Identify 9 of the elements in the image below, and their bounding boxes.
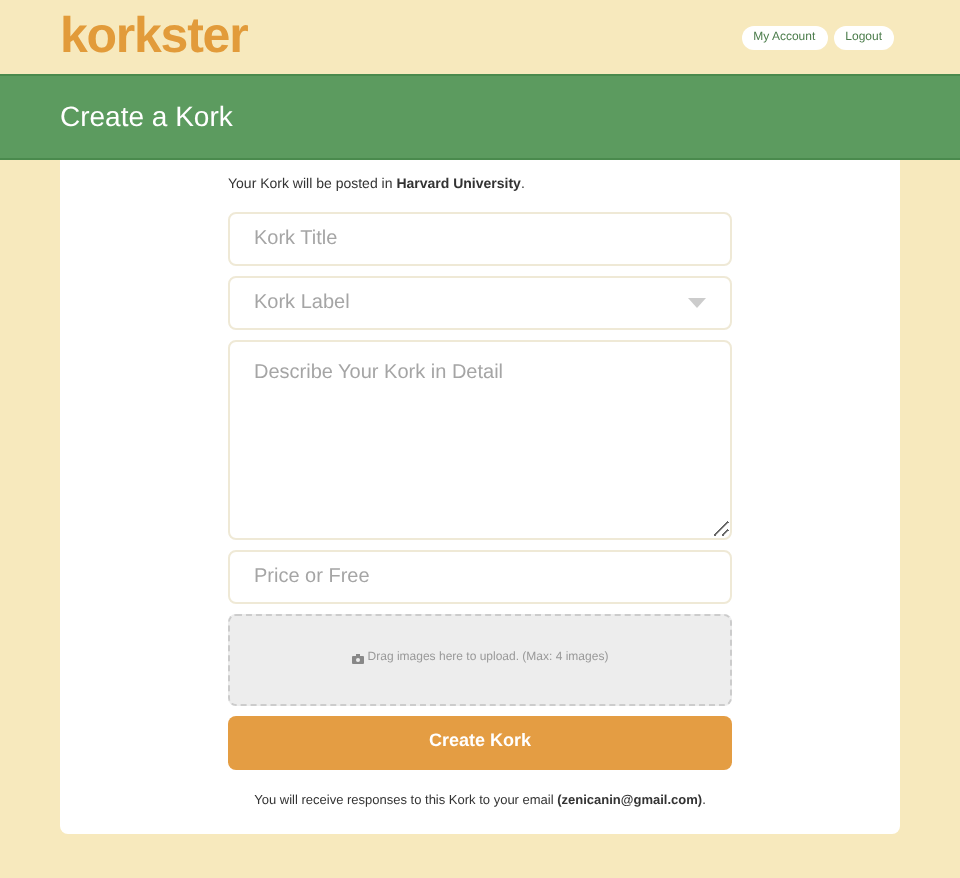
- label-select[interactable]: Kork Label: [228, 275, 732, 329]
- price-field[interactable]: Price or Free: [228, 549, 732, 603]
- title-field[interactable]: Kork Title: [228, 211, 732, 265]
- logo: korkster: [60, 12, 248, 62]
- create-kork-button[interactable]: Create Kork: [228, 715, 732, 769]
- description-field[interactable]: Describe Your Kork in Detail: [228, 339, 732, 539]
- camera-icon: [351, 654, 364, 664]
- caret-icon: [688, 297, 706, 307]
- page-title: Create a Kork: [60, 98, 233, 136]
